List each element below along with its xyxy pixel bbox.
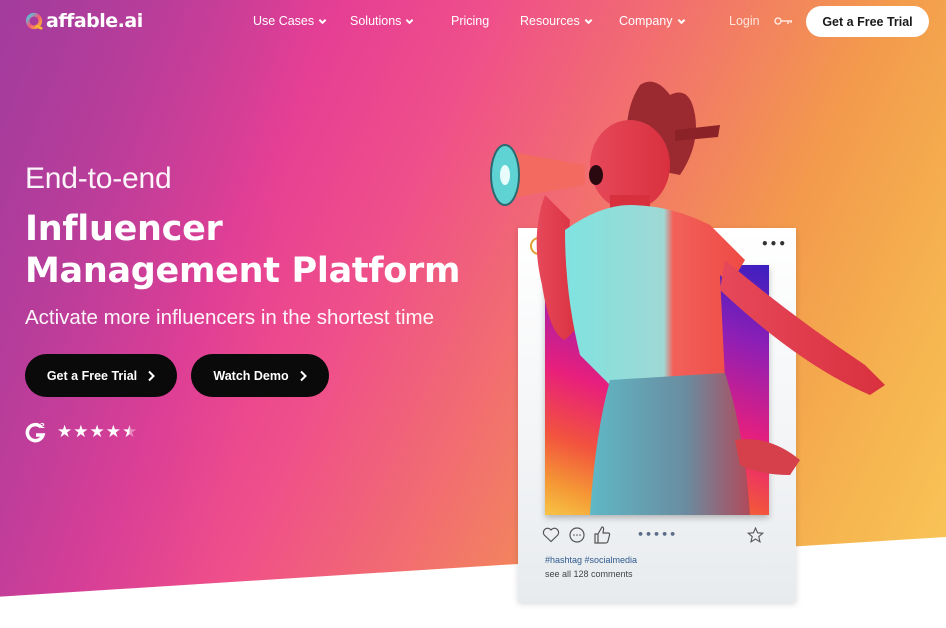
nav-free-trial-button[interactable]: Get a Free Trial (806, 6, 929, 37)
nav-pricing[interactable]: Pricing (451, 14, 489, 28)
chevron-down-icon (677, 18, 685, 24)
chevron-down-icon (318, 18, 327, 24)
star-rating: ★ ★ ★ ★ ★ (57, 421, 138, 442)
star-full-icon: ★ (89, 421, 105, 442)
affable-logo-icon (25, 12, 43, 30)
login-label: Login (729, 14, 760, 28)
g2-logo-icon: 2 (25, 422, 46, 443)
login-link[interactable]: Login (729, 14, 794, 28)
star-full-icon: ★ (57, 421, 73, 442)
button-label: Watch Demo (213, 368, 289, 383)
star-bookmark-icon[interactable] (747, 527, 764, 543)
chevron-right-icon (299, 370, 307, 381)
nav-solutions[interactable]: Solutions (350, 14, 414, 28)
brand-name: affable.ai (46, 10, 143, 32)
button-label: Get a Free Trial (46, 368, 138, 383)
g2-rating[interactable]: 2 ★ ★ ★ ★ ★ (25, 421, 137, 443)
nav-label: Pricing (451, 14, 490, 28)
key-icon (773, 17, 792, 25)
nav-label: Solutions (350, 14, 402, 28)
nav-label: Resources (520, 14, 580, 28)
logo[interactable]: affable.ai (25, 10, 143, 32)
chevron-down-icon (406, 18, 414, 24)
post-actions: ••••• (542, 525, 767, 547)
heart-icon[interactable] (542, 527, 560, 543)
watch-demo-button[interactable]: Watch Demo (191, 354, 329, 397)
get-free-trial-button[interactable]: Get a Free Trial (25, 354, 177, 397)
hero-eyebrow: End-to-end (25, 162, 172, 195)
comment-icon[interactable] (568, 527, 586, 544)
nav-label: Use Cases (253, 14, 315, 28)
star-full-icon: ★ (105, 421, 121, 442)
top-navigation: affable.ai Use Cases Solutions Pricing R… (0, 0, 946, 44)
star-full-icon: ★ (73, 421, 89, 442)
hero-illustration-person-megaphone (490, 81, 885, 515)
hero-headline: Influencer Management Platform (25, 208, 460, 292)
hero-subheadline: Activate more influencers in the shortes… (25, 306, 435, 329)
nav-use-cases[interactable]: Use Cases (253, 14, 327, 28)
headline-line-2: Management Platform (25, 251, 461, 291)
svg-text:2: 2 (40, 422, 45, 430)
nav-resources[interactable]: Resources (520, 14, 593, 28)
see-comments-link[interactable]: see all 128 comments (545, 569, 633, 579)
thumbs-up-icon[interactable] (593, 525, 611, 544)
headline-line-1: Influencer (25, 209, 223, 249)
chevron-right-icon (148, 370, 156, 381)
pagination-dots: ••••• (637, 528, 678, 541)
star-half-icon: ★ (122, 421, 138, 442)
nav-company[interactable]: Company (619, 14, 686, 28)
nav-label: Company (619, 14, 673, 28)
chevron-down-icon (584, 18, 593, 24)
post-hashtags[interactable]: #hashtag #socialmedia (545, 555, 637, 565)
